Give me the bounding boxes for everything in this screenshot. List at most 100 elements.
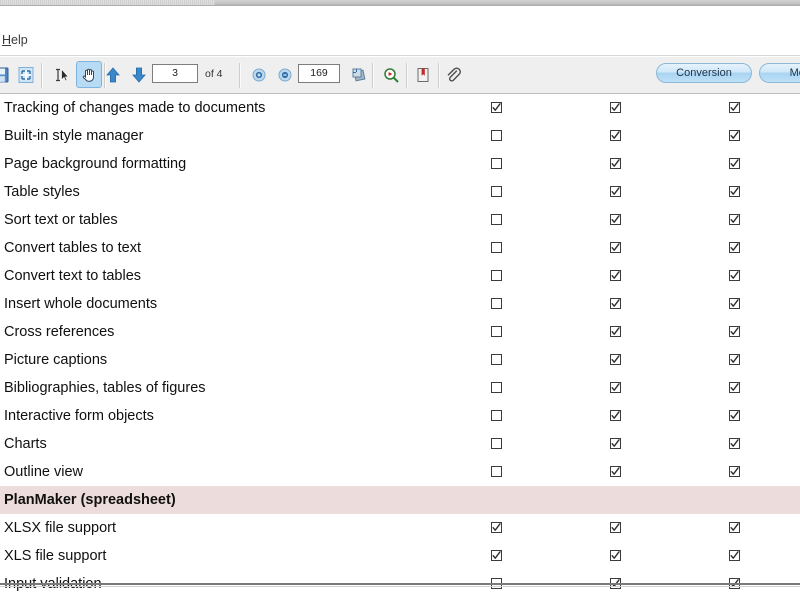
checkbox-checked-icon bbox=[610, 550, 621, 561]
checkbox-checked-icon bbox=[610, 158, 621, 169]
feature-label: Tracking of changes made to documents bbox=[4, 100, 266, 116]
feature-label: Bibliographies, tables of figures bbox=[4, 380, 206, 396]
next-page-icon[interactable] bbox=[126, 61, 152, 88]
toolbar: 3 of 4 169 Conversion M bbox=[0, 56, 800, 94]
checkbox-unchecked-icon bbox=[491, 382, 502, 393]
table-row: Table styles bbox=[0, 178, 800, 206]
find-icon[interactable] bbox=[378, 61, 404, 88]
modification-button[interactable]: Modific bbox=[759, 63, 800, 83]
table-row: Sort text or tables bbox=[0, 206, 800, 234]
checkbox-checked-icon bbox=[610, 270, 621, 281]
checkbox-checked-icon bbox=[729, 522, 740, 533]
checkbox-unchecked-icon bbox=[491, 466, 502, 477]
feature-label: Convert text to tables bbox=[4, 268, 142, 284]
page-number-input[interactable]: 3 bbox=[152, 64, 198, 83]
checkmark-icon bbox=[611, 271, 620, 279]
checkmark-icon bbox=[492, 523, 501, 531]
table-row: Insert whole documents bbox=[0, 290, 800, 318]
checkbox-checked-icon bbox=[729, 382, 740, 393]
checkbox-checked-icon bbox=[729, 242, 740, 253]
table-row: Built-in style manager bbox=[0, 122, 800, 150]
table-row: Bibliographies, tables of figures bbox=[0, 374, 800, 402]
bookmark-icon[interactable] bbox=[410, 61, 436, 88]
feature-label: Built-in style manager bbox=[4, 128, 144, 144]
text-select-icon[interactable] bbox=[48, 61, 74, 88]
checkbox-unchecked-icon bbox=[491, 270, 502, 281]
menu-bar: Help bbox=[0, 6, 800, 56]
table-row: Tracking of changes made to documents bbox=[0, 94, 800, 122]
conversion-button[interactable]: Conversion bbox=[656, 63, 752, 83]
checkbox-checked-icon bbox=[610, 186, 621, 197]
checkbox-checked-icon bbox=[729, 102, 740, 113]
feature-label: Cross references bbox=[4, 324, 115, 340]
zoom-in-icon[interactable] bbox=[246, 61, 272, 88]
checkbox-checked-icon bbox=[729, 298, 740, 309]
checkmark-icon bbox=[611, 103, 620, 111]
pan-fit-icon[interactable] bbox=[346, 61, 372, 88]
checkmark-icon bbox=[730, 467, 739, 475]
application-window: Help 3 of 4 169 Conversion M Tracking of… bbox=[0, 0, 800, 600]
checkbox-checked-icon bbox=[729, 214, 740, 225]
feature-label: Charts bbox=[4, 436, 47, 452]
checkbox-checked-icon bbox=[729, 186, 740, 197]
table-row: Picture captions bbox=[0, 346, 800, 374]
checkmark-icon bbox=[611, 355, 620, 363]
toolbar-separator bbox=[41, 63, 43, 88]
checkbox-checked-icon bbox=[610, 130, 621, 141]
previous-page-icon[interactable] bbox=[100, 61, 126, 88]
checkbox-checked-icon bbox=[610, 438, 621, 449]
title-bar-texture bbox=[0, 0, 215, 5]
save-icon[interactable] bbox=[0, 61, 14, 88]
checkmark-icon bbox=[611, 243, 620, 251]
zoom-level-input[interactable]: 169 bbox=[298, 64, 340, 83]
checkbox-unchecked-icon bbox=[491, 438, 502, 449]
section-header-row: PlanMaker (spreadsheet) bbox=[0, 486, 800, 514]
feature-label: Table styles bbox=[4, 184, 80, 200]
document-page: Tracking of changes made to documents Bui… bbox=[0, 94, 800, 600]
table-row: XLS file support bbox=[0, 542, 800, 570]
checkmark-icon bbox=[492, 103, 501, 111]
checkmark-icon bbox=[730, 355, 739, 363]
feature-label: XLSX file support bbox=[4, 520, 117, 536]
checkmark-icon bbox=[611, 187, 620, 195]
checkbox-checked-icon bbox=[729, 466, 740, 477]
checkmark-icon bbox=[611, 551, 620, 559]
page-bottom-rule bbox=[0, 583, 800, 585]
checkmark-icon bbox=[611, 467, 620, 475]
checkmark-icon bbox=[730, 411, 739, 419]
checkbox-checked-icon bbox=[729, 438, 740, 449]
checkmark-icon bbox=[492, 551, 501, 559]
attachment-icon[interactable] bbox=[440, 61, 466, 88]
checkbox-checked-icon bbox=[610, 242, 621, 253]
checkmark-icon bbox=[730, 271, 739, 279]
checkmark-icon bbox=[730, 187, 739, 195]
zoom-out-icon[interactable] bbox=[272, 61, 298, 88]
fit-page-icon[interactable] bbox=[13, 61, 39, 88]
checkmark-icon bbox=[730, 159, 739, 167]
checkbox-checked-icon bbox=[729, 354, 740, 365]
checkbox-checked-icon bbox=[491, 550, 502, 561]
checkbox-checked-icon bbox=[610, 410, 621, 421]
feature-label: Sort text or tables bbox=[4, 212, 118, 228]
checkmark-icon bbox=[730, 243, 739, 251]
checkbox-checked-icon bbox=[610, 354, 621, 365]
checkbox-unchecked-icon bbox=[491, 410, 502, 421]
checkbox-unchecked-icon bbox=[491, 214, 502, 225]
checkmark-icon bbox=[611, 523, 620, 531]
checkbox-checked-icon bbox=[610, 102, 621, 113]
menu-item-help[interactable]: Help bbox=[0, 33, 30, 47]
checkmark-icon bbox=[611, 299, 620, 307]
checkbox-checked-icon bbox=[610, 298, 621, 309]
menu-item-help-label: elp bbox=[11, 33, 28, 47]
checkmark-icon bbox=[730, 131, 739, 139]
checkbox-checked-icon bbox=[729, 158, 740, 169]
feature-label: Convert tables to text bbox=[4, 240, 142, 256]
checkbox-checked-icon bbox=[729, 130, 740, 141]
hand-tool-icon[interactable] bbox=[76, 61, 102, 88]
table-row: Page background formatting bbox=[0, 150, 800, 178]
toolbar-separator bbox=[372, 63, 374, 88]
checkmark-icon bbox=[611, 131, 620, 139]
feature-label: Interactive form objects bbox=[4, 408, 154, 424]
checkmark-icon bbox=[611, 159, 620, 167]
table-row: Charts bbox=[0, 430, 800, 458]
